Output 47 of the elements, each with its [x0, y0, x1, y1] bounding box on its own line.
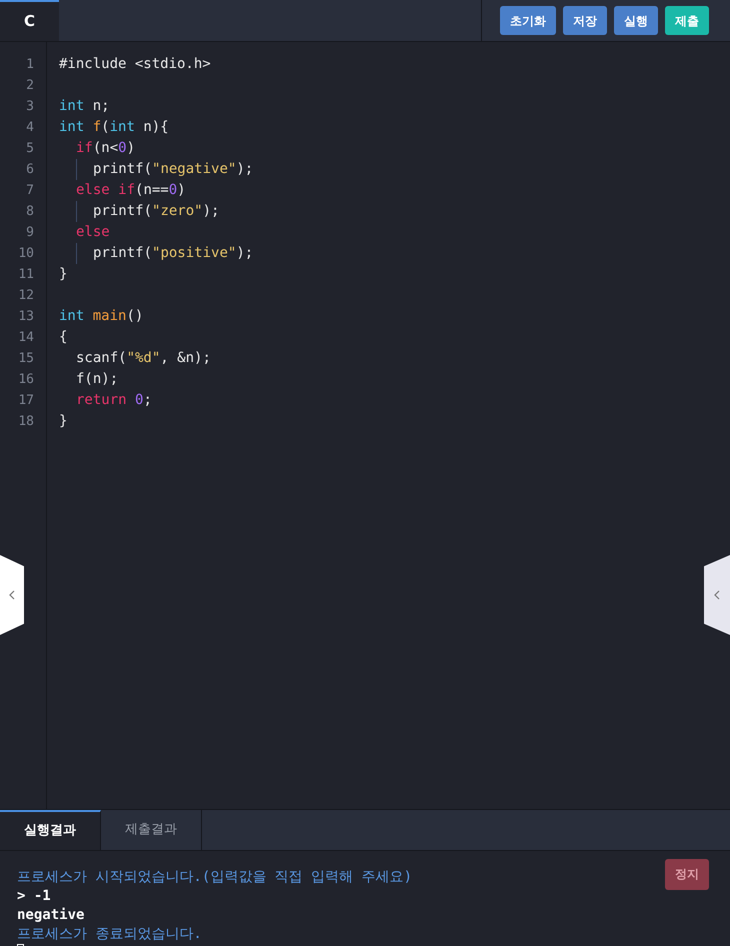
code-line: {: [59, 328, 68, 347]
code-line: printf("positive");: [93, 244, 254, 263]
result-tab[interactable]: 제출결과: [101, 810, 202, 850]
toolbar-button[interactable]: 저장: [563, 6, 607, 35]
code-line: }: [59, 265, 68, 284]
line-number: 18: [18, 412, 34, 431]
code-line: }: [59, 412, 68, 431]
line-number: 5: [26, 140, 34, 158]
output-line: 프로세스가 시작되었습니다.(입력값을 직접 입력해 주세요): [17, 869, 412, 885]
line-number: 10: [18, 244, 34, 263]
code-line: #include <stdio.h>: [59, 55, 211, 74]
result-tab[interactable]: 실행결과: [0, 810, 101, 850]
output-line: negative: [17, 907, 84, 923]
output-line: > -1: [17, 888, 51, 904]
line-number: 2: [26, 76, 34, 95]
output-line: 프로세스가 종료되었습니다.: [17, 926, 202, 942]
line-number: 6: [26, 160, 34, 179]
line-number: 1: [26, 56, 34, 74]
code-line: if(n<0): [76, 139, 136, 158]
line-number: 12: [18, 286, 34, 305]
toolbar-button[interactable]: 제출: [665, 6, 709, 35]
toolbar-button[interactable]: 실행: [614, 6, 658, 35]
code-line: printf("negative");: [93, 160, 254, 179]
line-number: 15: [18, 350, 34, 368]
code-line: f(n);: [76, 370, 118, 389]
line-number: 16: [18, 370, 34, 389]
line-number: 8: [26, 202, 34, 221]
line-number: 17: [18, 392, 34, 410]
code-line: return 0;: [76, 391, 152, 410]
code-line: int n;: [59, 97, 110, 116]
code-line: int f(int n){: [59, 118, 169, 137]
code-line: else: [76, 223, 110, 242]
line-number: 14: [18, 328, 34, 347]
chevron-left-icon: [714, 590, 720, 600]
chevron-left-icon: [9, 590, 15, 600]
toolbar-button[interactable]: 초기화: [500, 6, 556, 35]
code-line: scanf("%d", &n);: [76, 349, 211, 368]
line-number: 13: [18, 308, 34, 326]
line-number: 11: [18, 266, 34, 284]
line-number: 9: [26, 224, 34, 242]
line-number: 3: [26, 98, 34, 116]
code-line: int main(): [59, 307, 144, 326]
language-tab[interactable]: C: [0, 0, 59, 41]
line-number: 4: [26, 118, 34, 137]
code-line: printf("zero");: [93, 202, 220, 221]
line-number: 7: [26, 182, 34, 200]
code-line: else if(n==0): [76, 181, 186, 200]
